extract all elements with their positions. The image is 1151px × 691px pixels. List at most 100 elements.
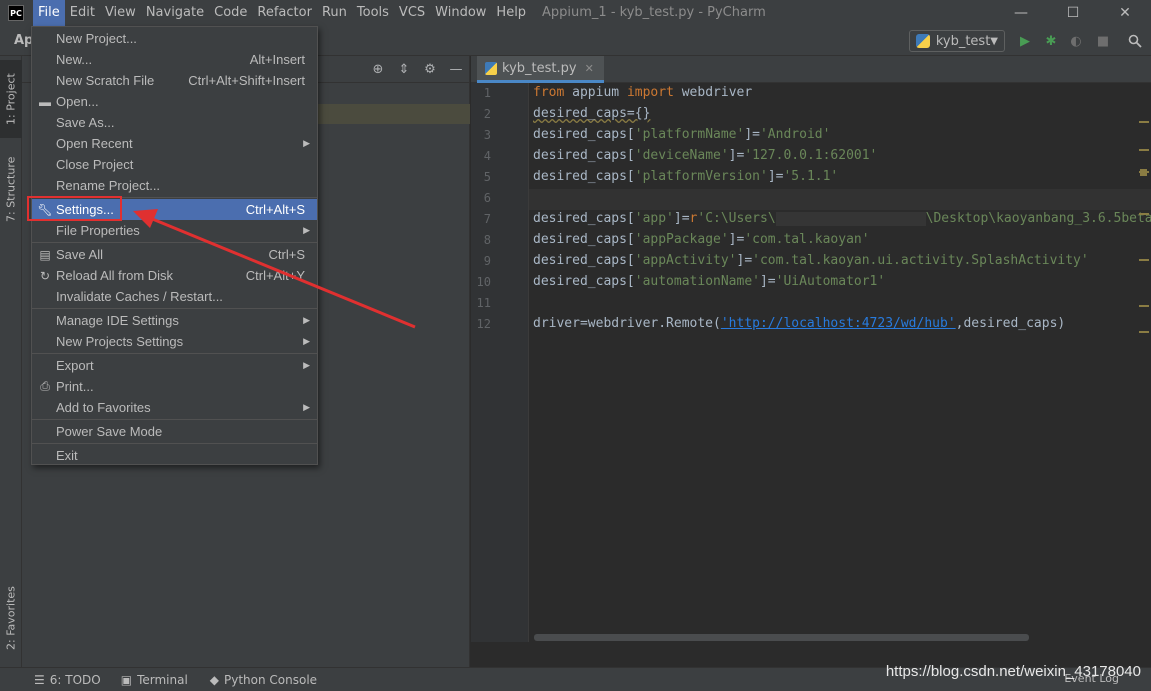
line-number: 1 — [483, 86, 491, 100]
warning-marker[interactable] — [1139, 171, 1149, 173]
code-line-4: desired_caps['deviceName']='127.0.0.1:62… — [533, 148, 878, 163]
tab-structure-label: 7: Structure — [4, 156, 18, 222]
submenu-arrow-icon: ▶ — [303, 402, 310, 412]
code-line-1: from appium import webdriver — [533, 85, 753, 100]
close-button[interactable]: ✕ — [1099, 0, 1151, 26]
warning-marker[interactable] — [1139, 259, 1149, 261]
menu-item-new-scratch-file[interactable]: New Scratch File Ctrl+Alt+Shift+Insert — [32, 70, 317, 91]
menu-bar: File Edit View Navigate Code Refactor Ru… — [33, 0, 531, 26]
line-number-gutter: 1 2 3 4 5 6 7 8 9 10 11 12 — [471, 83, 529, 642]
reload-icon: ↻ — [39, 268, 51, 283]
menu-file[interactable]: File — [33, 0, 65, 26]
code-line-6-current — [529, 189, 1151, 210]
window-title: Appium_1 - kyb_test.py - PyCharm — [542, 5, 766, 20]
submenu-arrow-icon: ▶ — [303, 138, 310, 148]
line-number: 8 — [483, 233, 491, 247]
menu-view[interactable]: View — [100, 0, 141, 26]
menu-item-open-recent[interactable]: Open Recent ▶ — [32, 133, 317, 154]
menu-item-save-all[interactable]: ▤ Save All Ctrl+S — [32, 244, 317, 265]
code-line-12: driver=webdriver.Remote('http://localhos… — [533, 316, 1066, 331]
editor-tab-bar: kyb_test.py ✕ — [471, 56, 1151, 83]
menu-separator — [32, 197, 317, 198]
line-number: 11 — [476, 296, 491, 310]
menu-item-close-project[interactable]: Close Project — [32, 154, 317, 175]
left-tool-strip: 1: Project 7: Structure 2: Favorites — [0, 56, 22, 667]
menu-separator — [32, 443, 317, 444]
run-config-select[interactable]: kyb_test ▼ — [909, 30, 1005, 52]
tab-project[interactable]: 1: Project — [0, 60, 22, 138]
menu-item-file-properties[interactable]: File Properties ▶ — [32, 220, 317, 241]
menu-edit[interactable]: Edit — [65, 0, 100, 26]
menu-item-print[interactable]: ⎙ Print... — [32, 376, 317, 397]
locate-icon[interactable]: ⊕ — [369, 60, 387, 78]
menu-item-new-projects-settings[interactable]: New Projects Settings ▶ — [32, 331, 317, 352]
menu-item-rename-project[interactable]: Rename Project... — [32, 175, 317, 196]
menu-item-power-save-mode[interactable]: Power Save Mode — [32, 421, 317, 442]
maximize-button[interactable]: ☐ — [1047, 0, 1099, 26]
menu-item-manage-ide-settings[interactable]: Manage IDE Settings ▶ — [32, 310, 317, 331]
menu-run[interactable]: Run — [317, 0, 352, 26]
menu-item-new[interactable]: New... Alt+Insert — [32, 49, 317, 70]
submenu-arrow-icon: ▶ — [303, 225, 310, 235]
stop-icon[interactable]: ■ — [1093, 31, 1113, 51]
menu-separator — [32, 353, 317, 354]
menu-help[interactable]: Help — [491, 0, 531, 26]
menu-separator — [32, 242, 317, 243]
run-icon[interactable]: ▶ — [1015, 31, 1035, 51]
warning-marker[interactable] — [1139, 149, 1149, 151]
tab-structure[interactable]: 7: Structure — [0, 148, 22, 230]
horizontal-scrollbar[interactable] — [534, 634, 1029, 641]
line-number: 10 — [476, 275, 491, 289]
menu-item-export[interactable]: Export ▶ — [32, 355, 317, 376]
tab-todo[interactable]: ☰ 6: TODO — [34, 673, 101, 687]
menu-item-exit[interactable]: Exit — [32, 445, 317, 466]
menu-item-open[interactable]: ▬ Open... — [32, 91, 317, 112]
run-config-label: kyb_test — [935, 33, 991, 49]
tab-python-console[interactable]: ◆ Python Console — [210, 673, 317, 687]
tree-selection-highlight[interactable] — [318, 104, 470, 124]
collapse-icon[interactable]: ⇕ — [395, 60, 413, 78]
menu-item-new-project[interactable]: New Project... — [32, 28, 317, 49]
editor-tab-kyb-test[interactable]: kyb_test.py ✕ — [477, 56, 604, 83]
menu-tools[interactable]: Tools — [352, 0, 394, 26]
minimize-button[interactable]: — — [995, 0, 1047, 26]
menu-item-invalidate-caches[interactable]: Invalidate Caches / Restart... — [32, 286, 317, 307]
gear-icon[interactable]: ⚙ — [421, 60, 439, 78]
tab-favorites[interactable]: 2: Favorites — [0, 574, 22, 662]
menu-item-add-to-favorites[interactable]: Add to Favorites ▶ — [32, 397, 317, 418]
menu-item-settings[interactable]: 🔧︎ Settings... Ctrl+Alt+S — [32, 199, 317, 220]
line-number: 5 — [483, 170, 491, 184]
menu-code[interactable]: Code — [209, 0, 252, 26]
menu-item-save-as[interactable]: Save As... — [32, 112, 317, 133]
hide-icon[interactable]: — — [447, 60, 465, 78]
submenu-arrow-icon: ▶ — [303, 315, 310, 325]
menu-window[interactable]: Window — [430, 0, 491, 26]
warning-marker[interactable] — [1139, 121, 1149, 123]
terminal-icon: ▣ — [120, 672, 133, 687]
menu-refactor[interactable]: Refactor — [252, 0, 317, 26]
code-line-7: desired_caps['app']=r'C:\Users\ \Desktop\… — [533, 211, 1151, 226]
tab-terminal-label: Terminal — [137, 672, 188, 687]
search-icon[interactable] — [1125, 31, 1145, 51]
menu-item-reload-all[interactable]: ↻ Reload All from Disk Ctrl+Alt+Y — [32, 265, 317, 286]
todo-icon: ☰ — [34, 672, 45, 687]
menu-navigate[interactable]: Navigate — [141, 0, 209, 26]
coverage-icon[interactable]: ◐ — [1066, 31, 1086, 51]
warning-marker[interactable] — [1139, 331, 1149, 333]
file-menu-dropdown: New Project... New... Alt+Insert New Scr… — [31, 26, 318, 465]
warning-marker[interactable] — [1139, 305, 1149, 307]
line-number: 6 — [483, 191, 491, 205]
line-number: 3 — [483, 128, 491, 142]
code-line-5: desired_caps['platformVersion']='5.1.1' — [533, 169, 839, 184]
code-editor[interactable]: from appium import webdriver desired_cap… — [529, 83, 1151, 642]
menu-separator — [32, 308, 317, 309]
debug-icon[interactable]: ✱ — [1041, 31, 1061, 51]
python-icon — [916, 34, 930, 48]
menu-vcs[interactable]: VCS — [394, 0, 430, 26]
warning-marker[interactable] — [1139, 213, 1149, 215]
save-icon: ▤ — [39, 247, 51, 262]
tab-terminal[interactable]: ▣ Terminal — [121, 673, 188, 687]
chevron-down-icon: ▼ — [990, 35, 998, 47]
tab-python-console-label: Python Console — [224, 672, 318, 687]
close-icon[interactable]: ✕ — [585, 62, 594, 75]
